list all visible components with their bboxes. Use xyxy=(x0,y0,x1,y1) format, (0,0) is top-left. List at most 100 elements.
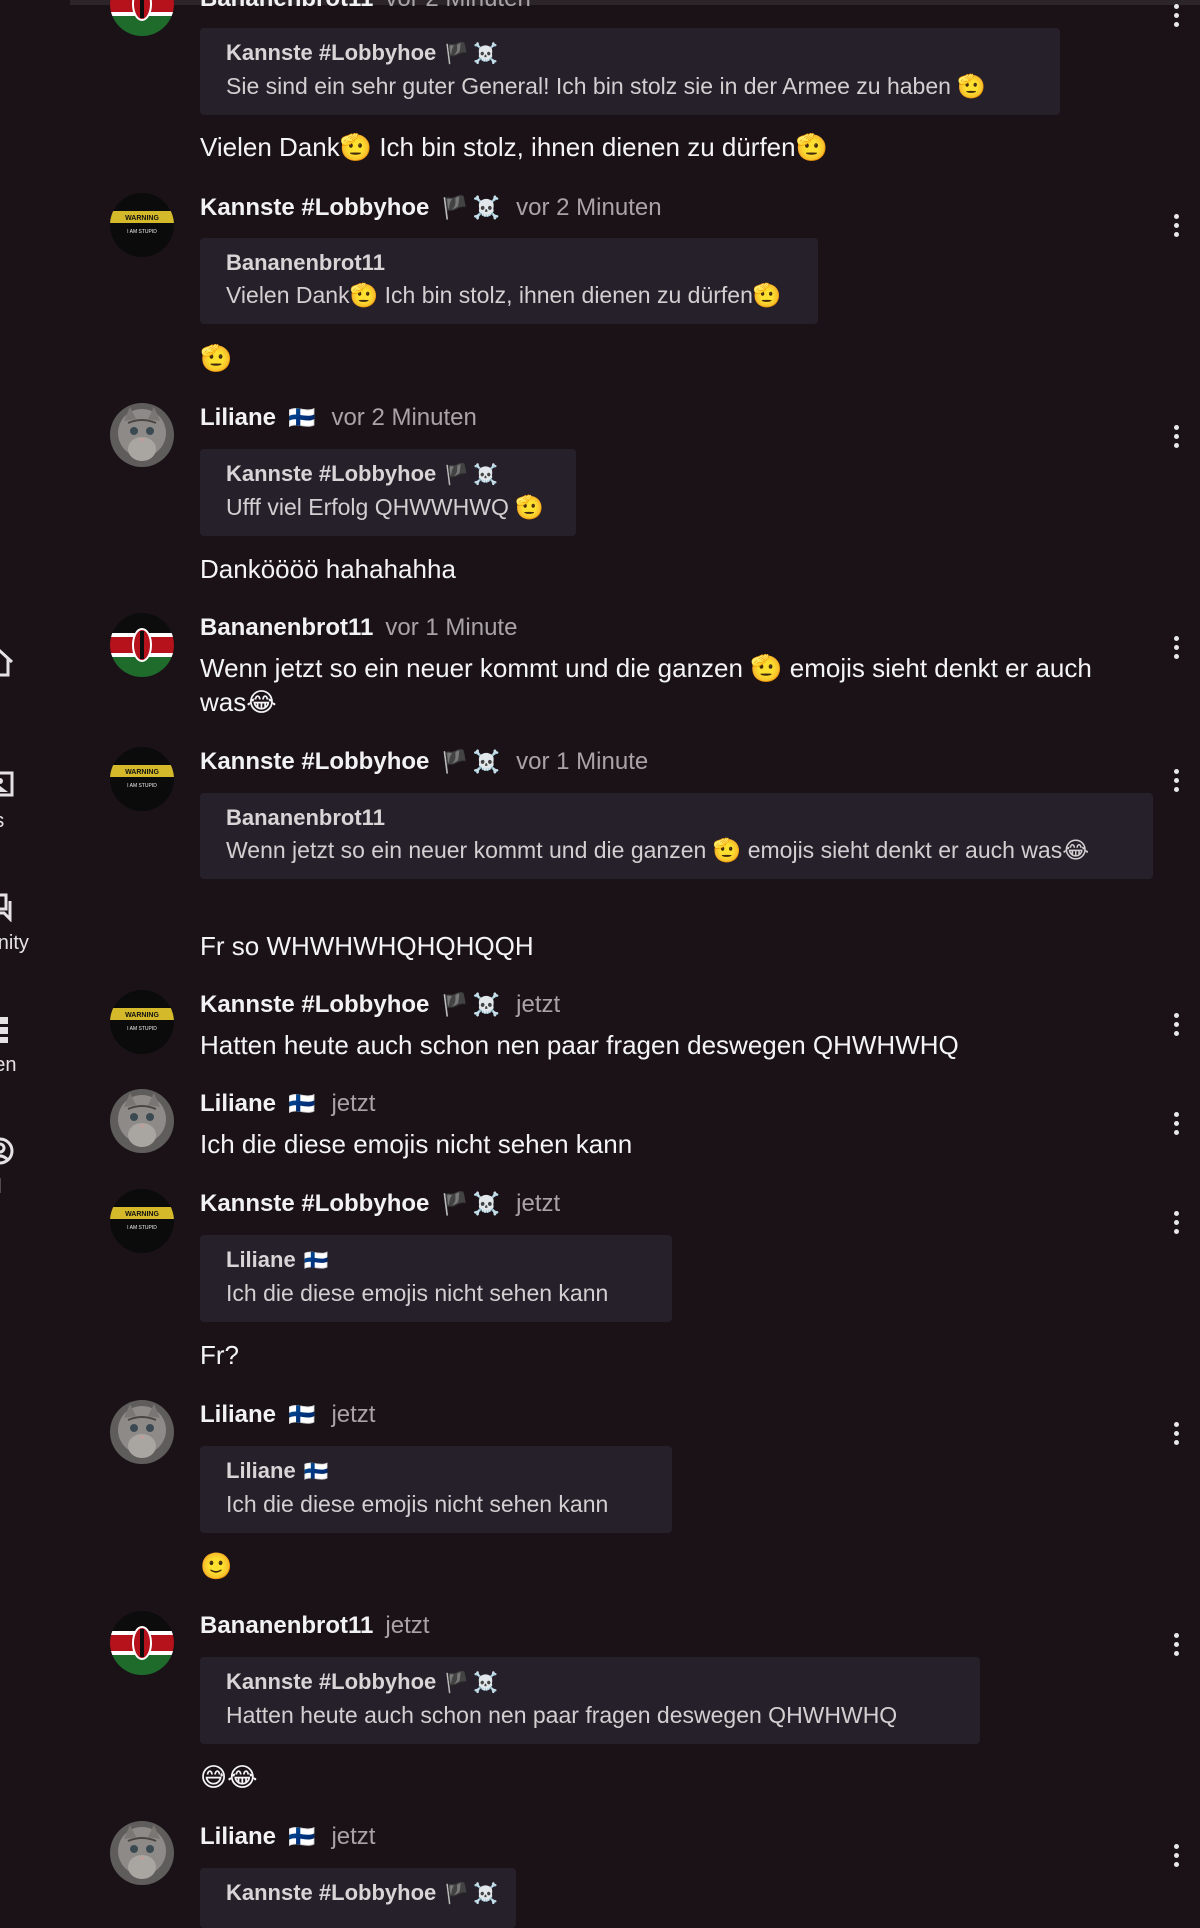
message-text: Fr? xyxy=(200,1340,239,1370)
message-author[interactable]: Liliane xyxy=(200,1823,276,1851)
message-text: 🙂 xyxy=(200,1551,233,1581)
avatar[interactable]: WARNING I AM STUPID xyxy=(110,747,174,811)
message-text: Wenn jetzt so ein neuer kommt und die ga… xyxy=(200,653,1092,717)
reply-quote[interactable]: Bananenbrot11 Wenn jetzt so ein neuer ko… xyxy=(200,793,1153,879)
message-text: Hatten heute auch schon nen paar fragen … xyxy=(200,1030,959,1060)
quote-author: Kannste #Lobbyhoe xyxy=(226,1880,437,1905)
reply-quote[interactable]: Kannste #Lobbyhoe 🏴☠️ xyxy=(200,1868,516,1928)
more-options-button[interactable] xyxy=(1171,425,1181,451)
user-flags: 🇫🇮 xyxy=(303,1461,333,1483)
message-time: jetzt xyxy=(385,1612,430,1639)
avatar-badge-line1: WARNING xyxy=(125,1211,159,1218)
reply-quote[interactable]: Bananenbrot11 Vielen Dank🫡 Ich bin stolz… xyxy=(200,238,818,324)
reply-quote[interactable]: Kannste #Lobbyhoe 🏴☠️ Sie sind ein sehr g… xyxy=(200,28,1060,115)
home-icon xyxy=(0,648,14,677)
more-options-button[interactable] xyxy=(1171,1844,1181,1870)
message-time: vor 1 Minute xyxy=(516,748,649,775)
more-options-button[interactable] xyxy=(1171,1633,1181,1659)
warning-badge-avatar: WARNING I AM STUPID xyxy=(110,193,174,257)
quote-author: Kannste #Lobbyhoe xyxy=(226,1669,437,1694)
message-text: Fr so WHWHWHQHQHQQH xyxy=(200,931,534,961)
message-time: vor 2 Minuten xyxy=(385,0,530,13)
avatar-badge-line2: I AM STUPID xyxy=(127,783,157,789)
message-text: 🫡 xyxy=(200,343,233,373)
more-options-button[interactable] xyxy=(1171,636,1181,662)
profile-icon xyxy=(0,1137,14,1165)
sidebar-item-label: ofil xyxy=(0,1176,2,1199)
message-author[interactable]: Liliane xyxy=(200,1401,276,1429)
user-flags: 🏴☠️ xyxy=(441,1191,505,1216)
sidebar-item-label: nes xyxy=(0,810,4,833)
categories-icon xyxy=(0,1017,8,1043)
avatar-badge-line2: I AM STUPID xyxy=(127,1225,157,1231)
warning-badge-avatar: WARNING I AM STUPID xyxy=(110,990,174,1054)
avatar[interactable] xyxy=(110,613,174,677)
more-options-button[interactable] xyxy=(1171,1112,1181,1138)
message-author[interactable]: Kannste #Lobbyhoe xyxy=(200,1190,429,1218)
user-flags: 🏴☠️ xyxy=(444,464,503,486)
avatar[interactable]: WARNING I AM STUPID xyxy=(110,1189,174,1253)
message-author[interactable]: Liliane xyxy=(200,1090,276,1118)
message-author[interactable]: Kannste #Lobbyhoe xyxy=(200,194,429,222)
avatar[interactable] xyxy=(110,1821,174,1885)
sidebar-item-label: munity xyxy=(0,932,29,954)
more-options-button[interactable] xyxy=(1171,769,1181,795)
avatar[interactable]: WARNING I AM STUPID xyxy=(110,990,174,1054)
message-author[interactable]: Kannste #Lobbyhoe xyxy=(200,748,429,776)
avatar[interactable] xyxy=(110,0,174,36)
quote-author: Kannste #Lobbyhoe xyxy=(226,461,437,486)
message-author[interactable]: Bananenbrot11 xyxy=(200,1612,373,1640)
user-flags: 🇫🇮 xyxy=(288,405,320,430)
reply-quote[interactable]: Kannste #Lobbyhoe 🏴☠️ Ufff viel Erfolg QH… xyxy=(200,449,576,536)
message-time: jetzt xyxy=(516,1190,561,1217)
more-options-button[interactable] xyxy=(1171,1211,1181,1237)
cat-avatar xyxy=(110,1400,174,1464)
user-flags: 🇫🇮 xyxy=(288,1824,320,1849)
quote-text: Ufff viel Erfolg QHWWHWQ 🫡 xyxy=(226,494,544,520)
message-time: vor 2 Minuten xyxy=(516,194,662,221)
user-flags: 🏴☠️ xyxy=(444,43,503,65)
quote-text: Ich die diese emojis nicht sehen kann xyxy=(226,1280,609,1306)
sidebar-item-label: orien xyxy=(0,1054,17,1076)
message-author[interactable]: Bananenbrot11 xyxy=(200,614,373,642)
reply-quote[interactable]: Kannste #Lobbyhoe 🏴☠️ Hatten heute auch s… xyxy=(200,1657,980,1744)
message-author[interactable]: Kannste #Lobbyhoe xyxy=(200,991,429,1019)
quote-text: Wenn jetzt so ein neuer kommt und die ga… xyxy=(226,837,1090,863)
reply-quote[interactable]: Liliane 🇫🇮 Ich die diese emojis nicht seh… xyxy=(200,1235,672,1322)
user-flags: 🇫🇮 xyxy=(288,1091,320,1116)
message-time: jetzt xyxy=(331,1401,376,1428)
user-flags: 🏴☠️ xyxy=(441,749,505,774)
community-icon xyxy=(0,893,12,922)
avatar-badge-line2: I AM STUPID xyxy=(127,229,157,235)
quote-author: Liliane xyxy=(226,1458,296,1483)
message-author[interactable]: Bananenbrot11 xyxy=(200,0,373,13)
cat-avatar xyxy=(110,1089,174,1153)
avatar-badge-line1: WARNING xyxy=(125,215,159,222)
message-time: jetzt xyxy=(331,1823,376,1850)
avatar[interactable] xyxy=(110,403,174,467)
cat-avatar xyxy=(110,1821,174,1885)
more-options-button[interactable] xyxy=(1171,4,1181,30)
avatar-badge-line1: WARNING xyxy=(125,769,159,776)
more-options-button[interactable] xyxy=(1171,1013,1181,1039)
message-text: Ich die diese emojis nicht sehen kann xyxy=(200,1129,633,1159)
warning-badge-avatar: WARNING I AM STUPID xyxy=(110,747,174,811)
more-options-button[interactable] xyxy=(1171,214,1181,240)
quote-text: Sie sind ein sehr guter General! Ich bin… xyxy=(226,73,986,99)
warning-badge-avatar: WARNING I AM STUPID xyxy=(110,1189,174,1253)
user-flags: 🏴☠️ xyxy=(444,1672,503,1694)
more-options-button[interactable] xyxy=(1171,1422,1181,1448)
avatar[interactable] xyxy=(110,1089,174,1153)
avatar[interactable] xyxy=(110,1611,174,1675)
avatar[interactable] xyxy=(110,1400,174,1464)
avatar[interactable]: WARNING I AM STUPID xyxy=(110,193,174,257)
user-flags: 🏴☠️ xyxy=(441,195,505,220)
message-time: vor 1 Minute xyxy=(385,614,518,641)
cat-avatar xyxy=(110,403,174,467)
message-author[interactable]: Liliane xyxy=(200,404,276,432)
message-text: 😅😂 xyxy=(200,1762,258,1792)
quote-text: Ich die diese emojis nicht sehen kann xyxy=(226,1491,609,1517)
reply-quote[interactable]: Liliane 🇫🇮 Ich die diese emojis nicht seh… xyxy=(200,1446,672,1533)
avatar-badge-line2: I AM STUPID xyxy=(127,1026,157,1032)
sidebar-item-label: tze xyxy=(0,688,1,711)
